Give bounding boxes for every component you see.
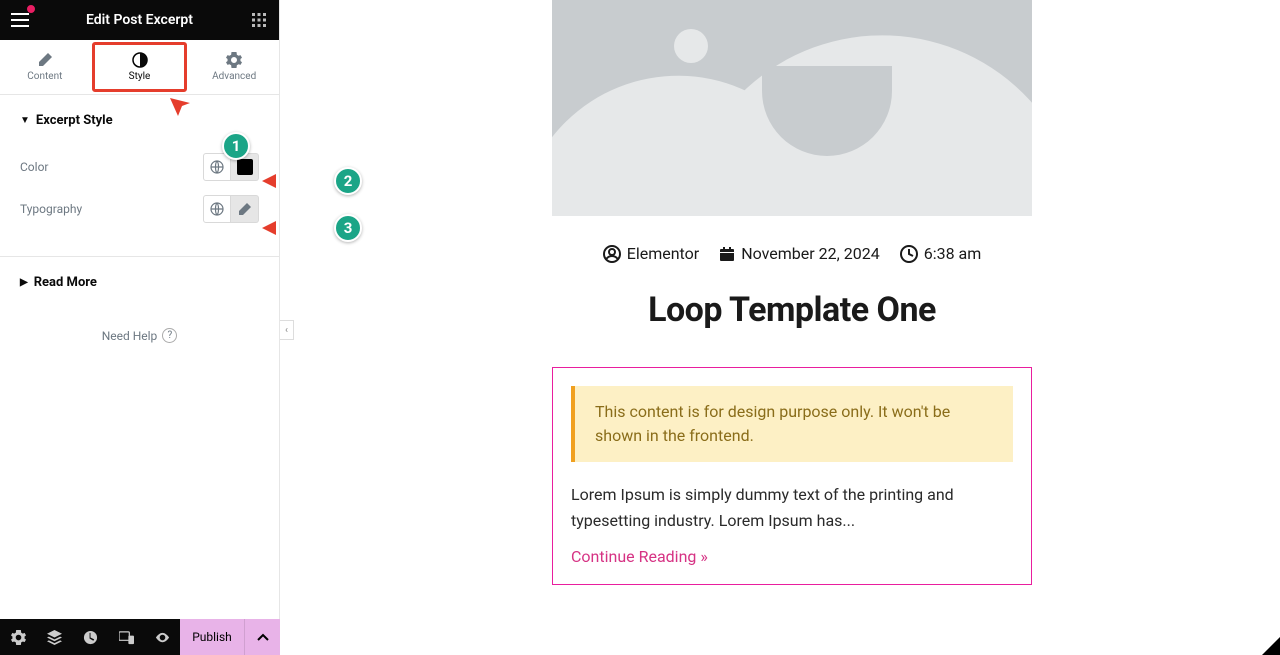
tab-content[interactable]: Content: [0, 40, 90, 94]
sun-shape: [674, 29, 708, 63]
design-notice: This content is for design purpose only.…: [571, 386, 1013, 462]
annotation-badge-1: 1: [222, 132, 250, 160]
caret-right-icon: ▶: [20, 277, 28, 288]
control-label: Color: [20, 160, 48, 174]
notification-dot: [27, 5, 35, 13]
globe-icon: [210, 160, 224, 174]
publish-options-button[interactable]: [244, 619, 280, 655]
layers-icon: [47, 630, 62, 645]
history-icon: [83, 630, 98, 645]
editor-sidebar: Edit Post Excerpt Content Style Advanced…: [0, 0, 280, 655]
tab-label: Content: [27, 71, 62, 82]
tab-label: Style: [129, 71, 151, 82]
post-meta-row: Elementor November 22, 2024 6:38 am: [552, 244, 1032, 263]
post-title[interactable]: Loop Template One: [552, 290, 1032, 330]
sidebar-header: Edit Post Excerpt: [0, 0, 279, 40]
annotation-arrow-1: [170, 98, 230, 152]
meta-date[interactable]: November 22, 2024: [719, 244, 880, 263]
annotation-badge-3: 3: [334, 214, 362, 242]
featured-image-placeholder[interactable]: [552, 0, 1032, 216]
meta-time[interactable]: 6:38 am: [900, 244, 982, 263]
pencil-icon: [239, 203, 251, 215]
help-label: Need Help: [102, 329, 158, 343]
user-icon: [603, 245, 621, 263]
gear-icon: [11, 630, 26, 645]
publish-button[interactable]: Publish: [180, 619, 244, 655]
caret-down-icon: ▼: [20, 115, 30, 126]
preview-button[interactable]: [144, 619, 180, 655]
color-swatch: [237, 159, 253, 175]
globe-icon: [210, 202, 224, 216]
section-excerpt-style-body: Color Typography: [0, 146, 279, 248]
excerpt-text: Lorem Ipsum is simply dummy text of the …: [571, 482, 1013, 533]
annotation-badge-2: 2: [334, 167, 362, 195]
tab-advanced[interactable]: Advanced: [189, 40, 279, 94]
annotation-arrow-2: [262, 171, 334, 195]
pencil-icon: [37, 52, 53, 68]
global-typography-button[interactable]: [203, 195, 231, 223]
preview-canvas: Elementor November 22, 2024 6:38 am Loop…: [280, 0, 1280, 655]
section-title: Read More: [34, 275, 97, 290]
responsive-button[interactable]: [108, 619, 144, 655]
calendar-icon: [719, 246, 735, 262]
need-help-link[interactable]: Need Help ?: [0, 308, 279, 363]
gear-icon: [226, 52, 242, 68]
post-time: 6:38 am: [924, 244, 982, 263]
control-label: Typography: [20, 202, 82, 216]
section-read-more-header[interactable]: ▶ Read More: [0, 257, 279, 308]
widgets-grid-button[interactable]: [239, 0, 279, 40]
section-title: Excerpt Style: [36, 113, 113, 128]
editor-tabs: Content Style Advanced: [0, 40, 279, 95]
chevron-up-icon: [257, 633, 269, 641]
eye-icon: [155, 630, 170, 645]
tab-label: Advanced: [212, 71, 256, 82]
meta-author[interactable]: Elementor: [603, 244, 699, 263]
history-button[interactable]: [72, 619, 108, 655]
sidebar-bottom-bar: Publish: [0, 619, 280, 655]
controls-area: ▼ Excerpt Style Color Typography: [0, 95, 279, 655]
panel-title: Edit Post Excerpt: [40, 12, 239, 28]
author-name: Elementor: [627, 244, 699, 263]
typography-edit-button[interactable]: [231, 195, 259, 223]
navigator-button[interactable]: [36, 619, 72, 655]
annotation-arrow-3: [262, 218, 334, 242]
read-more-link[interactable]: Continue Reading »: [571, 547, 1013, 566]
devices-icon: [119, 630, 134, 645]
post-excerpt-widget[interactable]: This content is for design purpose only.…: [552, 367, 1032, 585]
clock-icon: [900, 245, 918, 263]
settings-button[interactable]: [0, 619, 36, 655]
post-date: November 22, 2024: [741, 244, 880, 263]
contrast-icon: [132, 52, 148, 68]
hamburger-menu-button[interactable]: [0, 0, 40, 40]
resize-corner: [1262, 637, 1280, 655]
control-typography: Typography: [20, 188, 259, 230]
tab-style[interactable]: Style: [92, 42, 188, 92]
help-icon: ?: [162, 328, 177, 343]
typography-control-buttons: [203, 195, 259, 223]
publish-label: Publish: [192, 630, 232, 644]
